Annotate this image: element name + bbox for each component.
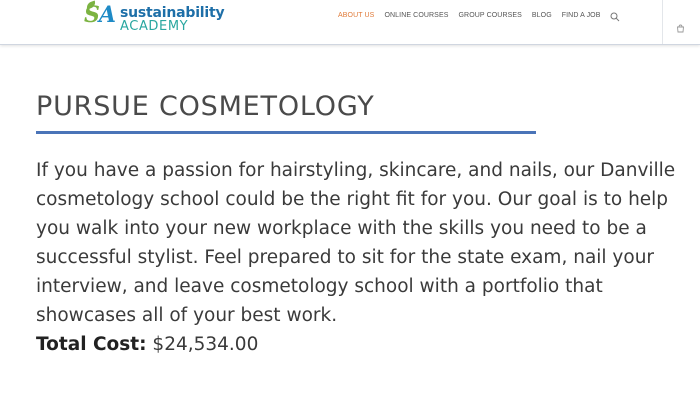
cart-icon[interactable] (676, 24, 685, 33)
nav-item-about-us[interactable]: ABOUT US (338, 12, 374, 19)
header-divider (662, 0, 663, 44)
main-content: PURSUE COSMETOLOGY If you have a passion… (36, 90, 676, 360)
nav-item-find-a-job[interactable]: FIND A JOB (562, 12, 601, 19)
logo-text-bottom: ACADEMY (120, 19, 189, 34)
nav-item-blog[interactable]: BLOG (532, 12, 552, 19)
total-cost-value: $24,534.00 (152, 334, 259, 355)
title-underline (36, 131, 536, 134)
nav-item-group-courses[interactable]: GROUP COURSES (459, 12, 522, 19)
page-title: PURSUE COSMETOLOGY (36, 91, 375, 122)
site-logo[interactable]: SA sustainability ACADEMY (84, 0, 225, 36)
intro-paragraph: If you have a passion for hairstyling, s… (36, 160, 676, 326)
nav-item-online-courses[interactable]: ONLINE COURSES (384, 12, 448, 19)
logo-mark: SA (84, 2, 116, 28)
total-cost: Total Cost: $24,534.00 (36, 330, 676, 360)
search-icon[interactable] (610, 12, 620, 22)
site-header: SA sustainability ACADEMY ABOUT US ONLIN… (0, 0, 700, 45)
main-nav: ABOUT US ONLINE COURSES GROUP COURSES BL… (338, 12, 611, 19)
total-cost-label: Total Cost: (36, 334, 147, 355)
